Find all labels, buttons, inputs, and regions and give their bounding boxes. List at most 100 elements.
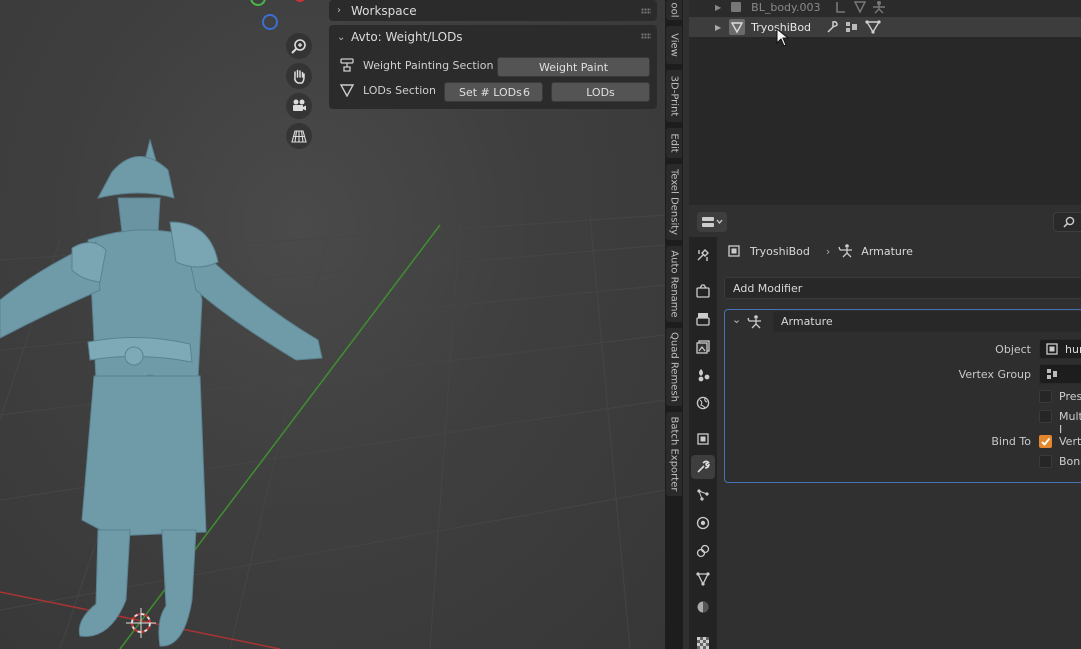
- breadcrumb: TryoshiBod › Armature: [727, 244, 913, 258]
- bind-to-label: Bind To: [991, 435, 1031, 448]
- camera-icon[interactable]: [286, 93, 312, 119]
- checker-icon: [697, 637, 709, 649]
- view-layer-icon: [696, 340, 710, 354]
- scene-tab[interactable]: [691, 363, 715, 387]
- constraints-tab[interactable]: [691, 539, 715, 563]
- 3d-viewport[interactable]: › Workspace ⌄ Avto: Weight/LODs Weight P…: [0, 0, 665, 649]
- tab-view[interactable]: View: [666, 26, 682, 64]
- perspective-grid-icon[interactable]: [286, 123, 312, 149]
- tab-auto-rename[interactable]: Auto Rename: [666, 246, 682, 322]
- world-tab[interactable]: [691, 391, 715, 415]
- bind-vertex-groups-label: Verte: [1059, 435, 1081, 448]
- chevron-down-icon[interactable]: ⌄: [337, 32, 351, 43]
- outliner-row[interactable]: ▶ BL_body.003: [689, 0, 1081, 17]
- modifier-tab[interactable]: [691, 455, 715, 479]
- add-modifier-label: Add Modifier: [733, 281, 803, 295]
- vertex-group-icon: [1047, 369, 1057, 379]
- preserve-volume-checkbox[interactable]: [1039, 390, 1052, 403]
- modifier-icons[interactable]: [825, 19, 885, 35]
- vertex-group-label: Vertex Group: [958, 368, 1031, 381]
- gizmo-z-dot: [262, 14, 278, 30]
- character-model: [0, 138, 323, 647]
- armature-modifier-panel: ⌄ Armature Object hun Vertex Group Prese…: [724, 309, 1081, 483]
- set-lods-field[interactable]: Set # LODs 6: [444, 82, 543, 102]
- tab-3d-print[interactable]: 3D-Print: [666, 70, 682, 122]
- bind-vertex-groups-checkbox[interactable]: [1039, 435, 1052, 448]
- 3d-cursor: [126, 608, 156, 638]
- multi-modifier-label: Multi I: [1059, 410, 1081, 436]
- vertex-group-field[interactable]: [1039, 364, 1081, 384]
- material-icon: [697, 601, 709, 613]
- search-button[interactable]: [1053, 212, 1081, 232]
- object-icon: [1046, 343, 1058, 355]
- outliner-row-selected[interactable]: ▶ TryoshiBod: [689, 17, 1081, 37]
- outliner[interactable]: ▶ BL_body.003 ▶ TryoshiBod: [689, 0, 1081, 205]
- workspace-panel[interactable]: › Workspace: [329, 0, 657, 21]
- collapse-chevron-icon[interactable]: ⌄: [732, 313, 741, 326]
- mesh-icon: [729, 19, 746, 35]
- lods-button[interactable]: LODs: [551, 82, 650, 102]
- sidebar-tabs: ool View 3D-Print Edit Texel Density Aut…: [665, 0, 683, 649]
- breadcrumb-modifier: Armature: [861, 244, 913, 258]
- modifier-properties: TryoshiBod › Armature Add Modifier ⌄ Arm…: [717, 237, 1081, 649]
- tab-batch-exporter[interactable]: Batch Exporter: [666, 412, 682, 496]
- breadcrumb-object: TryoshiBod: [750, 244, 810, 258]
- armature-icon: [838, 244, 853, 258]
- modifier-name: Armature: [781, 315, 833, 328]
- tool-icon: [697, 249, 709, 261]
- material-tab[interactable]: [691, 595, 715, 619]
- object-value: hun: [1065, 342, 1081, 356]
- breadcrumb-separator-icon: ›: [825, 244, 831, 258]
- particles-tab[interactable]: [691, 483, 715, 507]
- gizmo-y-dot: [250, 0, 266, 6]
- modifier-icons: [836, 1, 885, 14]
- constraint-icon: [696, 544, 710, 558]
- tab-edit[interactable]: Edit: [666, 128, 682, 158]
- object-icon: [731, 2, 742, 12]
- expand-arrow-icon[interactable]: ▶: [715, 23, 721, 32]
- expand-arrow-icon[interactable]: ▶: [715, 3, 721, 12]
- set-lods-label: Set # LODs: [459, 85, 522, 99]
- chevron-right-icon[interactable]: ›: [337, 5, 351, 16]
- object-tab[interactable]: [691, 427, 715, 451]
- wrench-icon: [697, 460, 710, 473]
- preserve-volume-label: Prese: [1059, 390, 1081, 403]
- zoom-icon[interactable]: [286, 33, 312, 59]
- weight-paint-button[interactable]: Weight Paint: [497, 57, 650, 77]
- drag-grip-icon[interactable]: [641, 8, 651, 14]
- bind-bone-envelopes-checkbox[interactable]: [1039, 455, 1052, 468]
- add-modifier-dropdown[interactable]: Add Modifier: [724, 277, 1081, 299]
- properties-tabs: [689, 237, 717, 649]
- hand-pan-icon[interactable]: [286, 63, 312, 89]
- outliner-item-name: BL_body.003: [751, 0, 821, 14]
- texture-tab[interactable]: [691, 631, 715, 649]
- output-tab[interactable]: [691, 307, 715, 331]
- search-icon: [1063, 216, 1075, 228]
- multi-modifier-checkbox[interactable]: [1039, 410, 1052, 423]
- bind-bone-envelopes-label: Bone: [1059, 455, 1081, 468]
- object-icon: [728, 245, 740, 257]
- object-field[interactable]: hun: [1039, 339, 1081, 359]
- modifier-name-field[interactable]: Armature: [773, 311, 1081, 332]
- physics-tab[interactable]: [691, 511, 715, 535]
- avto-panel: ⌄ Avto: Weight/LODs Weight Painting Sect…: [329, 25, 657, 109]
- object-label: Object: [995, 343, 1031, 356]
- tool-tab[interactable]: [691, 243, 715, 267]
- data-tab[interactable]: [691, 567, 715, 591]
- editor-type-dropdown[interactable]: [697, 212, 727, 232]
- render-icon: [696, 284, 710, 298]
- physics-icon: [696, 516, 710, 530]
- properties-editor-icon: [702, 217, 723, 227]
- render-tab[interactable]: [691, 279, 715, 303]
- tab-quad-remesh[interactable]: Quad Remesh: [666, 328, 682, 406]
- properties-header: [689, 205, 1081, 237]
- drag-grip-icon[interactable]: [641, 33, 651, 39]
- tab-texel-density[interactable]: Texel Density: [666, 164, 682, 240]
- view-layer-tab[interactable]: [691, 335, 715, 359]
- weight-paint-icon: [340, 58, 354, 72]
- object-icon: [697, 433, 709, 445]
- mesh-data-icon: [696, 572, 710, 586]
- tab-tool[interactable]: ool: [666, 0, 682, 20]
- set-lods-value: 6: [523, 85, 530, 99]
- output-icon: [696, 313, 710, 326]
